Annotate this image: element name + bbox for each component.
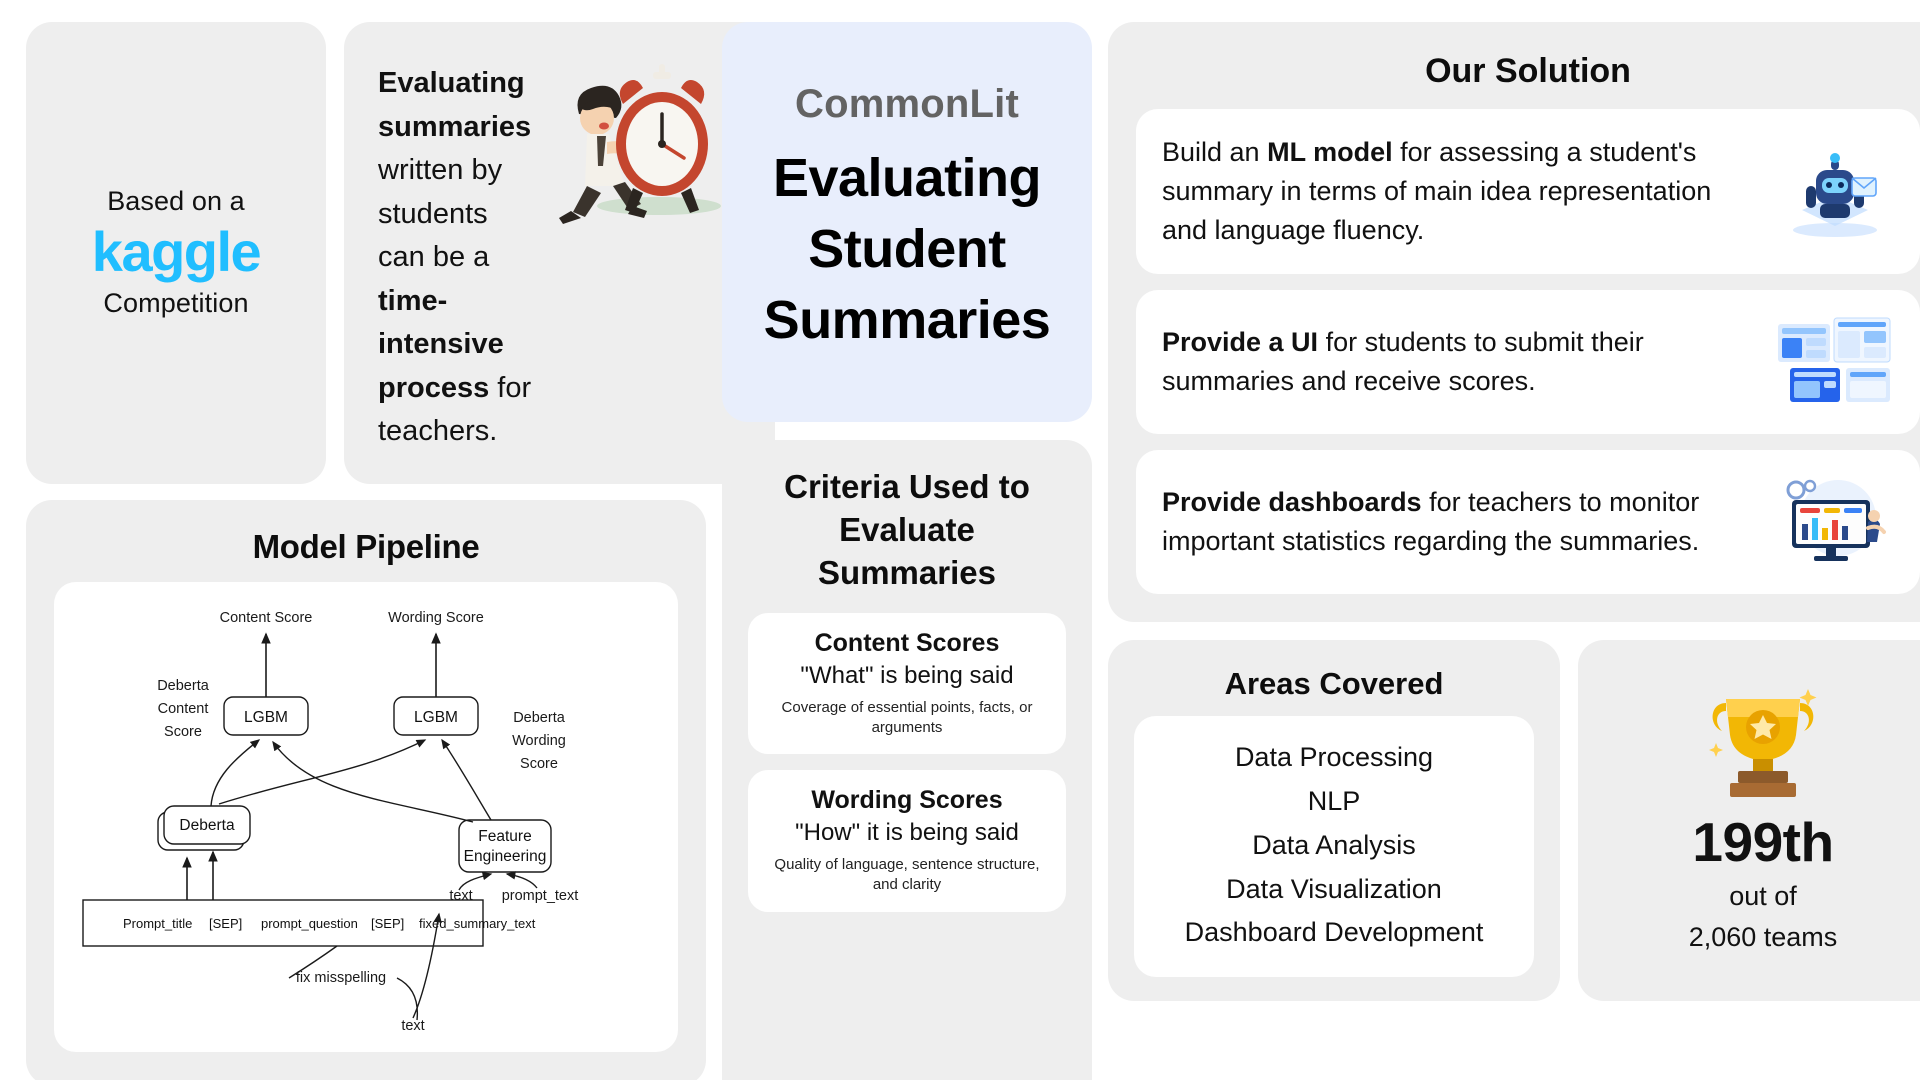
problem-bold-2: time-intensive process <box>378 284 504 404</box>
sol3-bold: Provide dashboards <box>1162 487 1422 518</box>
input-token-prompt-title: Prompt_title <box>123 916 192 931</box>
poster-root: Based on a kaggle Competition Evaluating… <box>0 0 1920 1080</box>
rank-place: 199th <box>1692 811 1834 873</box>
criteria-content-detail: Coverage of essential points, facts, or … <box>781 698 1033 736</box>
node-feature-engineering: Feature <box>478 828 531 845</box>
kaggle-competition-card: Based on a kaggle Competition <box>26 22 326 484</box>
bottom-row: Areas Covered Data Processing NLP Data A… <box>1108 640 1920 1002</box>
solution-item-ui: Provide a UI for students to submit thei… <box>1136 290 1920 435</box>
edge-label-text-lower: text <box>401 1018 424 1034</box>
project-title-line-3: Summaries <box>763 290 1051 351</box>
svg-text:Engineering: Engineering <box>464 848 547 865</box>
left-column: Based on a kaggle Competition Evaluating… <box>26 22 776 1080</box>
node-deberta: Deberta <box>179 817 235 834</box>
criteria-card: Criteria Used to Evaluate Summaries Cont… <box>722 440 1092 1080</box>
teacher-with-clock-illustration <box>541 56 741 226</box>
areas-covered-list: Data Processing NLP Data Analysis Data V… <box>1134 716 1534 978</box>
project-title-line-2: Student <box>808 218 1006 279</box>
label-deberta-content-score: Deberta <box>157 678 210 694</box>
area-item-2: NLP <box>1307 786 1361 817</box>
solution-item-3-text: Provide dashboards for teachers to monit… <box>1162 483 1758 561</box>
svg-text:Score: Score <box>520 756 558 772</box>
problem-bold-1: Evaluating summaries <box>378 67 532 143</box>
trophy-icon <box>1696 677 1830 806</box>
model-pipeline-card: Model Pipeline Content Score Wording Sco… <box>26 499 706 1080</box>
sol1-bold: ML model <box>1267 137 1393 167</box>
label-content-score: Content Score <box>220 610 313 626</box>
node-lgbm-left: LGBM <box>244 709 288 726</box>
project-title: Evaluating Student Summaries <box>764 143 1051 357</box>
problem-mid-1: written by students can be a <box>378 154 503 273</box>
kaggle-competition-label: Competition <box>103 288 249 319</box>
model-pipeline-title: Model Pipeline <box>252 527 480 565</box>
input-token-sep-1: [SEP] <box>209 916 242 931</box>
solution-item-2-text: Provide a UI for students to submit thei… <box>1162 323 1758 401</box>
criteria-wording-detail: Quality of language, sentence structure,… <box>774 856 1040 894</box>
criteria-title: Criteria Used to Evaluate Summaries <box>748 466 1066 595</box>
robot-illustration <box>1776 144 1894 240</box>
area-item-5: Dashboard Development <box>1184 917 1484 948</box>
svg-text:Wording: Wording <box>512 733 566 749</box>
areas-covered-card: Areas Covered Data Processing NLP Data A… <box>1108 640 1560 1002</box>
project-title-card: CommonLit Evaluating Student Summaries <box>722 22 1092 422</box>
right-column: Our Solution Build an ML model for asses… <box>1108 22 1920 1080</box>
criteria-title-line-2: Evaluate Summaries <box>818 510 996 591</box>
node-lgbm-right: LGBM <box>414 709 458 726</box>
criteria-content-subtitle: "What" is being said <box>800 661 1014 689</box>
areas-covered-title: Areas Covered <box>1224 666 1444 702</box>
model-pipeline-diagram: Content Score Wording Score LGBM LGBM De… <box>54 581 678 1052</box>
solution-item-1-text: Build an ML model for assessing a studen… <box>1162 133 1758 250</box>
top-row: Based on a kaggle Competition Evaluating… <box>26 22 776 484</box>
commonlit-brand: CommonLit <box>795 81 1019 126</box>
criteria-item-content: Content Scores "What" is being said Cove… <box>748 612 1066 755</box>
sol1-pre: Build an <box>1162 137 1268 167</box>
criteria-title-line-1: Criteria Used to <box>784 468 1030 505</box>
svg-text:Content: Content <box>158 701 209 717</box>
criteria-wording-subtitle: "How" it is being said <box>795 819 1019 847</box>
area-item-3: Data Analysis <box>1252 829 1416 860</box>
problem-statement-text: Evaluating summaries written by students… <box>378 56 531 454</box>
our-solution-card: Our Solution Build an ML model for asses… <box>1108 22 1920 623</box>
solution-item-dashboards: Provide dashboards for teachers to monit… <box>1136 450 1920 595</box>
edge-label-fix-misspelling: fix misspelling <box>296 970 386 986</box>
problem-statement-card: Evaluating summaries written by students… <box>344 22 776 484</box>
kaggle-logo: kaggle <box>91 220 262 284</box>
label-deberta-wording-score: Deberta <box>513 710 566 726</box>
edge-label-text-mid: text <box>449 888 472 904</box>
our-solution-title: Our Solution <box>1425 52 1631 90</box>
dashboard-monitor-illustration <box>1776 474 1894 570</box>
area-item-1: Data Processing <box>1234 742 1434 773</box>
edge-label-prompt-text: prompt_text <box>502 888 579 904</box>
input-token-prompt-question: prompt_question <box>261 916 358 931</box>
criteria-wording-heading: Wording Scores <box>811 786 1003 815</box>
svg-text:Score: Score <box>164 724 202 740</box>
label-wording-score: Wording Score <box>388 610 484 626</box>
solution-item-ml-model: Build an ML model for assessing a studen… <box>1136 109 1920 275</box>
rank-card: 199th out of 2,060 teams <box>1578 640 1920 1002</box>
criteria-content-heading: Content Scores <box>814 628 1000 657</box>
input-token-sep-2: [SEP] <box>371 916 404 931</box>
sol2-bold: Provide a UI <box>1162 327 1319 358</box>
kaggle-based-on-label: Based on a <box>107 186 245 217</box>
rank-out-of-label: out of <box>1729 881 1797 911</box>
project-title-line-1: Evaluating <box>772 147 1042 208</box>
criteria-item-wording: Wording Scores "How" it is being said Qu… <box>748 770 1066 912</box>
ui-wireframe-illustration <box>1776 314 1894 410</box>
middle-column: CommonLit Evaluating Student Summaries C… <box>722 22 1092 1080</box>
area-item-4: Data Visualization <box>1226 873 1442 904</box>
rank-teams-count: 2,060 teams <box>1688 922 1838 953</box>
